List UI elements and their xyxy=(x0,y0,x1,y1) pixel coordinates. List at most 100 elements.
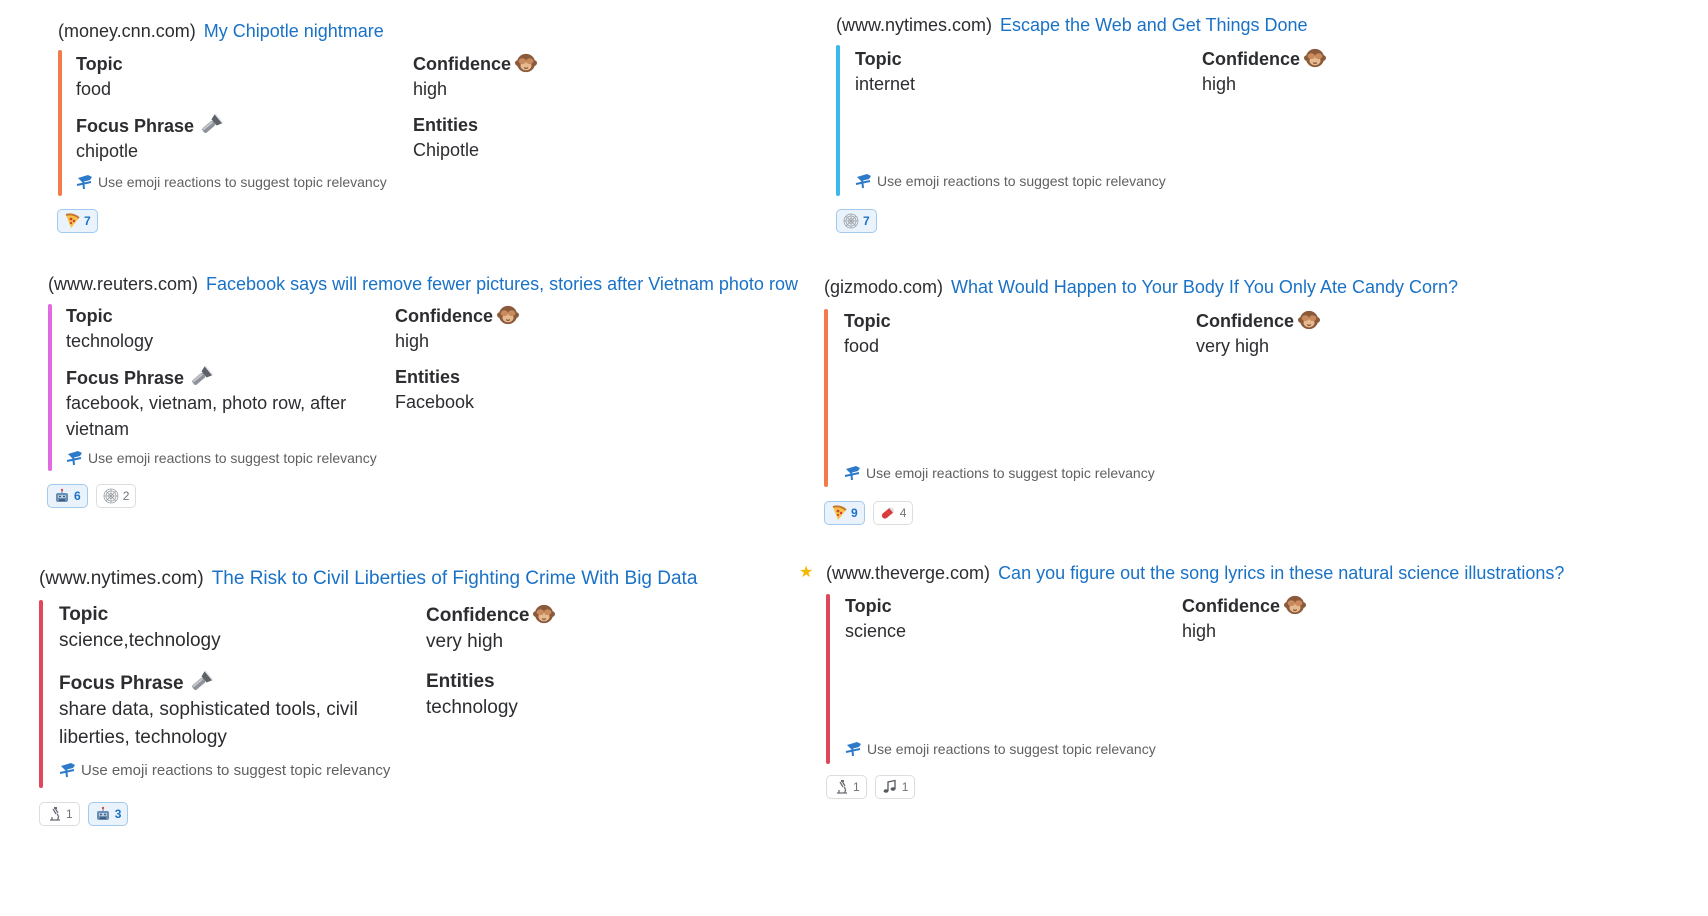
article-link[interactable]: Facebook says will remove fewer pictures… xyxy=(206,274,798,294)
reaction-hint: Use emoji reactions to suggest topic rel… xyxy=(59,762,390,780)
topic-field: Topic science xyxy=(845,594,906,644)
source-domain[interactable]: (gizmodo.com) xyxy=(824,277,943,297)
flashlight-icon xyxy=(198,113,224,137)
reaction-count: 1 xyxy=(901,780,909,794)
reaction-robot[interactable]: 6 xyxy=(47,484,88,508)
confidence-label: Confidence xyxy=(413,54,512,74)
pill-icon xyxy=(880,505,896,521)
reaction-pill[interactable]: 4 xyxy=(872,501,914,525)
focus-phrase-field: Focus Phrase chipotle xyxy=(76,113,224,164)
reaction-robot[interactable]: 3 xyxy=(87,802,129,826)
topic-label: Topic xyxy=(845,596,892,616)
topic-value: internet xyxy=(855,74,916,94)
microscope-icon xyxy=(833,779,849,795)
source-domain[interactable]: (money.cnn.com) xyxy=(58,21,196,41)
entities-label: Entities xyxy=(413,115,479,135)
reactions: 1 3 xyxy=(39,802,129,826)
confidence-field: Confidence high xyxy=(1182,594,1306,644)
card-header: (www.nytimes.com) Escape the Web and Get … xyxy=(836,14,1308,36)
confidence-field: Confidence high xyxy=(413,52,537,102)
article-link[interactable]: What Would Happen to Your Body If You On… xyxy=(951,277,1458,297)
confidence-value: very high xyxy=(426,631,504,652)
reaction-spider-web[interactable]: 2 xyxy=(95,484,137,508)
reaction-pizza[interactable]: 7 xyxy=(57,209,98,233)
entities-label: Entities xyxy=(395,367,461,387)
topic-bar xyxy=(48,304,52,471)
confidence-value: very high xyxy=(1196,336,1270,356)
reaction-hint: Use emoji reactions to suggest topic rel… xyxy=(844,464,1155,482)
reaction-count: 7 xyxy=(863,214,870,228)
reaction-music-notes[interactable]: 1 xyxy=(874,775,916,799)
topic-bar xyxy=(58,50,62,196)
article-link[interactable]: My Chipotle nightmare xyxy=(204,21,384,41)
confidence-label: Confidence xyxy=(426,605,530,626)
reaction-microscope[interactable]: 1 xyxy=(39,802,80,826)
confidence-value: high xyxy=(1202,74,1237,94)
see-no-evil-monkey-icon xyxy=(515,52,537,74)
reaction-count: 1 xyxy=(66,807,73,821)
topic-value: science xyxy=(845,621,907,641)
reaction-count: 2 xyxy=(122,489,130,503)
reaction-microscope[interactable]: 1 xyxy=(826,775,867,799)
reaction-pizza[interactable]: 9 xyxy=(824,501,865,525)
pushpin-icon xyxy=(844,465,862,481)
topic-value: science,technology xyxy=(59,630,221,651)
reaction-hint: Use emoji reactions to suggest topic rel… xyxy=(845,740,1156,758)
music-notes-icon xyxy=(882,779,898,795)
topic-label: Topic xyxy=(66,306,113,326)
confidence-label: Confidence xyxy=(1202,49,1301,69)
reactions: 7 xyxy=(836,209,877,233)
confidence-value: high xyxy=(395,331,430,351)
robot-icon xyxy=(54,488,70,504)
topic-value: food xyxy=(76,79,112,99)
topic-value: food xyxy=(844,336,880,356)
entities-field: Entities technology xyxy=(426,670,518,722)
reactions: 9 4 xyxy=(824,501,914,525)
see-no-evil-monkey-icon xyxy=(1298,309,1320,331)
star-icon[interactable]: ★ xyxy=(799,562,813,584)
article-link[interactable]: Escape the Web and Get Things Done xyxy=(1000,15,1308,35)
entities-field: Entities Chipotle xyxy=(413,113,479,163)
entities-value: technology xyxy=(426,697,518,718)
spider-web-icon xyxy=(843,213,859,229)
pizza-icon xyxy=(64,213,80,229)
article-link[interactable]: The Risk to Civil Liberties of Fighting … xyxy=(212,568,698,589)
see-no-evil-monkey-icon xyxy=(533,603,555,625)
card-header: (www.theverge.com) Can you figure out the… xyxy=(826,562,1564,584)
hint-text: Use emoji reactions to suggest topic rel… xyxy=(81,762,391,779)
focus-phrase-value: facebook, vietnam, photo row, after viet… xyxy=(66,393,347,439)
source-domain[interactable]: (www.nytimes.com) xyxy=(39,568,204,589)
hint-text: Use emoji reactions to suggest topic rel… xyxy=(867,741,1156,757)
see-no-evil-monkey-icon xyxy=(1284,594,1306,616)
entities-field: Entities Facebook xyxy=(395,365,474,415)
flashlight-icon xyxy=(188,365,214,389)
confidence-value: high xyxy=(413,79,448,99)
entities-value: Facebook xyxy=(395,392,475,412)
source-domain[interactable]: (www.nytimes.com) xyxy=(836,15,992,35)
see-no-evil-monkey-icon xyxy=(497,304,519,326)
microscope-icon xyxy=(46,806,62,822)
topic-field: Topic technology xyxy=(66,304,153,354)
robot-icon xyxy=(95,806,111,822)
topic-label: Topic xyxy=(76,54,123,74)
topic-bar xyxy=(826,594,830,764)
card-header: (money.cnn.com) My Chipotle nightmare xyxy=(58,20,384,42)
card-header: (www.reuters.com) Facebook says will remo… xyxy=(48,273,798,295)
confidence-label: Confidence xyxy=(1196,311,1295,331)
topic-value: technology xyxy=(66,331,154,351)
card-header: (gizmodo.com) What Would Happen to Your B… xyxy=(824,276,1458,298)
focus-phrase-field: Focus Phrase facebook, vietnam, photo ro… xyxy=(66,365,366,442)
hint-text: Use emoji reactions to suggest topic rel… xyxy=(88,450,377,466)
hint-text: Use emoji reactions to suggest topic rel… xyxy=(98,174,387,190)
source-domain[interactable]: (www.theverge.com) xyxy=(826,563,990,583)
article-link[interactable]: Can you figure out the song lyrics in th… xyxy=(998,563,1564,583)
flashlight-icon xyxy=(188,670,214,694)
reaction-count: 1 xyxy=(853,780,860,794)
reaction-spider-web[interactable]: 7 xyxy=(836,209,877,233)
source-domain[interactable]: (www.reuters.com) xyxy=(48,274,198,294)
confidence-value: high xyxy=(1182,621,1217,641)
topic-field: Topic internet xyxy=(855,47,915,97)
pushpin-icon xyxy=(76,174,94,190)
focus-phrase-value: chipotle xyxy=(76,141,139,161)
reaction-count: 7 xyxy=(84,214,91,228)
